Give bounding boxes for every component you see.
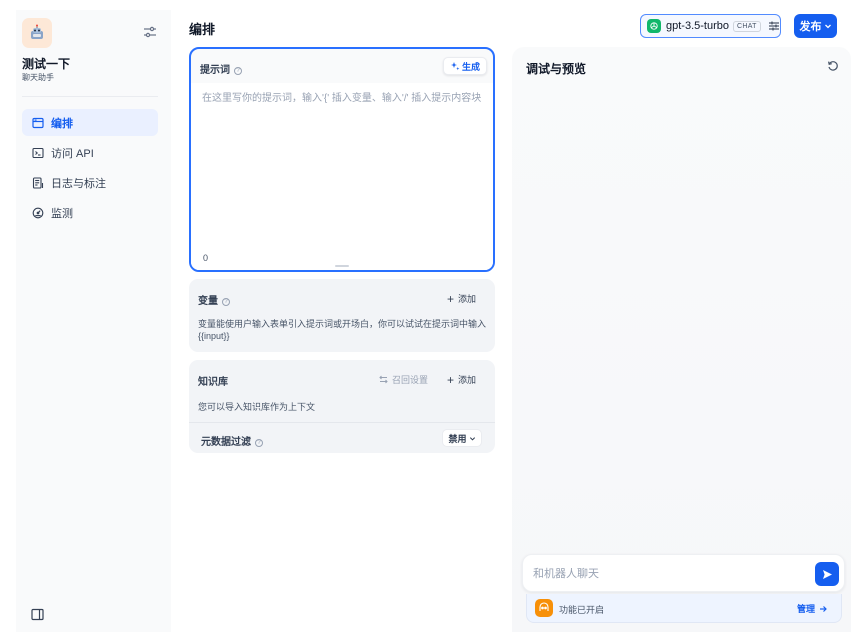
knowledge-description: 您可以导入知识库作为上下文 (198, 402, 316, 412)
prompt-title: 提示词? (200, 61, 242, 76)
sidebar-divider (22, 96, 158, 97)
variables-title-text: 变量 (198, 296, 218, 307)
log-icon (32, 176, 44, 189)
metadata-filter-title-text: 元数据过滤 (201, 437, 251, 448)
app-type: 聊天助手 (22, 73, 54, 82)
send-icon (822, 569, 832, 579)
sidebar: 测试一下 聊天助手 编排 访问 API 日志与标注 监测 (16, 10, 171, 632)
chevron-down-icon (469, 436, 475, 441)
chat-composer (522, 554, 845, 592)
sparkle-icon (450, 62, 460, 71)
model-mode-badge: CHAT (732, 20, 761, 32)
sidebar-item-label: 日志与标注 (51, 177, 106, 190)
variables-title: 变量? (198, 292, 230, 307)
metadata-filter-select[interactable]: 禁用 (442, 429, 482, 447)
terminal-icon (32, 147, 44, 158)
manage-label: 管理 (797, 604, 816, 614)
debug-title: 调试与预览 (526, 62, 587, 76)
swap-icon (379, 375, 388, 384)
chevron-down-icon (824, 24, 831, 29)
sidebar-toggle-icon (31, 608, 44, 621)
openai-icon (647, 19, 661, 33)
knowledge-section: 知识库 召回设置 + 添加 您可以导入知识库作为上下文 元数据过滤? 禁用 (189, 360, 495, 453)
model-selector[interactable]: gpt-3.5-turbo CHAT (640, 14, 781, 38)
feature-status-text: 功能已开启 (559, 605, 605, 615)
chat-input[interactable] (533, 565, 803, 583)
add-variable-label: 添加 (458, 294, 477, 304)
sidebar-item-monitor[interactable]: 监测 (22, 199, 158, 226)
help-icon[interactable]: ? (222, 298, 230, 306)
sliders-icon[interactable] (768, 20, 780, 32)
char-count: 0 (203, 253, 209, 263)
metadata-filter-title: 元数据过滤? (201, 433, 263, 448)
app-name: 测试一下 (22, 57, 71, 71)
refresh-icon (828, 61, 838, 71)
feature-icon (535, 599, 553, 617)
sidebar-item-api[interactable]: 访问 API (22, 139, 158, 166)
layout-icon (32, 117, 44, 128)
recall-settings-button[interactable]: 召回设置 (379, 373, 428, 386)
plus-icon: + (447, 291, 455, 306)
help-icon[interactable]: ? (234, 67, 242, 75)
knowledge-title: 知识库 (198, 377, 228, 388)
sidebar-item-orchestrate[interactable]: 编排 (22, 109, 158, 136)
sidebar-collapse-button[interactable] (31, 608, 44, 621)
prompt-body: 0 (191, 83, 493, 270)
help-icon[interactable]: ? (255, 439, 263, 447)
prompt-header: 提示词? 生成 (191, 49, 493, 83)
restart-button[interactable] (827, 60, 839, 72)
page-title: 编排 (189, 22, 216, 37)
sidebar-item-logs[interactable]: 日志与标注 (22, 169, 158, 196)
add-variable-button[interactable]: + 添加 (447, 292, 476, 305)
sidebar-nav: 编排 访问 API 日志与标注 监测 (22, 109, 158, 229)
features-bar: 功能已开启 管理 (526, 594, 842, 623)
knowledge-divider (189, 422, 495, 423)
add-knowledge-button[interactable]: + 添加 (447, 373, 476, 386)
manage-features-button[interactable]: 管理 (797, 602, 827, 615)
sidebar-item-label: 编排 (51, 117, 73, 130)
publish-button[interactable]: 发布 (794, 14, 837, 38)
arrow-right-icon (820, 605, 827, 612)
plus-icon: + (447, 372, 455, 387)
send-button[interactable] (815, 562, 839, 586)
sidebar-item-label: 监测 (51, 207, 73, 220)
prompt-editor: 提示词? 生成 0 (189, 47, 495, 272)
generate-button[interactable]: 生成 (443, 57, 487, 75)
robot-icon (22, 18, 52, 48)
app-settings-button[interactable] (143, 25, 157, 39)
metadata-filter-value: 禁用 (448, 433, 467, 444)
add-knowledge-label: 添加 (458, 375, 477, 385)
generate-label: 生成 (461, 61, 480, 72)
prompt-input[interactable] (202, 89, 487, 249)
variables-description: 变量能使用户输入表单引入提示词或开场白，你可以试试在提示词中输入 {{input… (198, 319, 487, 341)
prompt-title-text: 提示词 (200, 65, 230, 76)
recall-settings-label: 召回设置 (392, 375, 429, 385)
resize-handle[interactable] (335, 265, 349, 267)
dashboard-icon (32, 207, 44, 218)
debug-preview-panel: 调试与预览 功能已开启 管理 (512, 47, 851, 632)
publish-label: 发布 (799, 21, 822, 33)
variables-section: 变量? + 添加 变量能使用户输入表单引入提示词或开场白，你可以试试在提示词中输… (189, 279, 495, 352)
sidebar-item-label: 访问 API (51, 147, 94, 160)
model-name: gpt-3.5-turbo (666, 20, 729, 32)
